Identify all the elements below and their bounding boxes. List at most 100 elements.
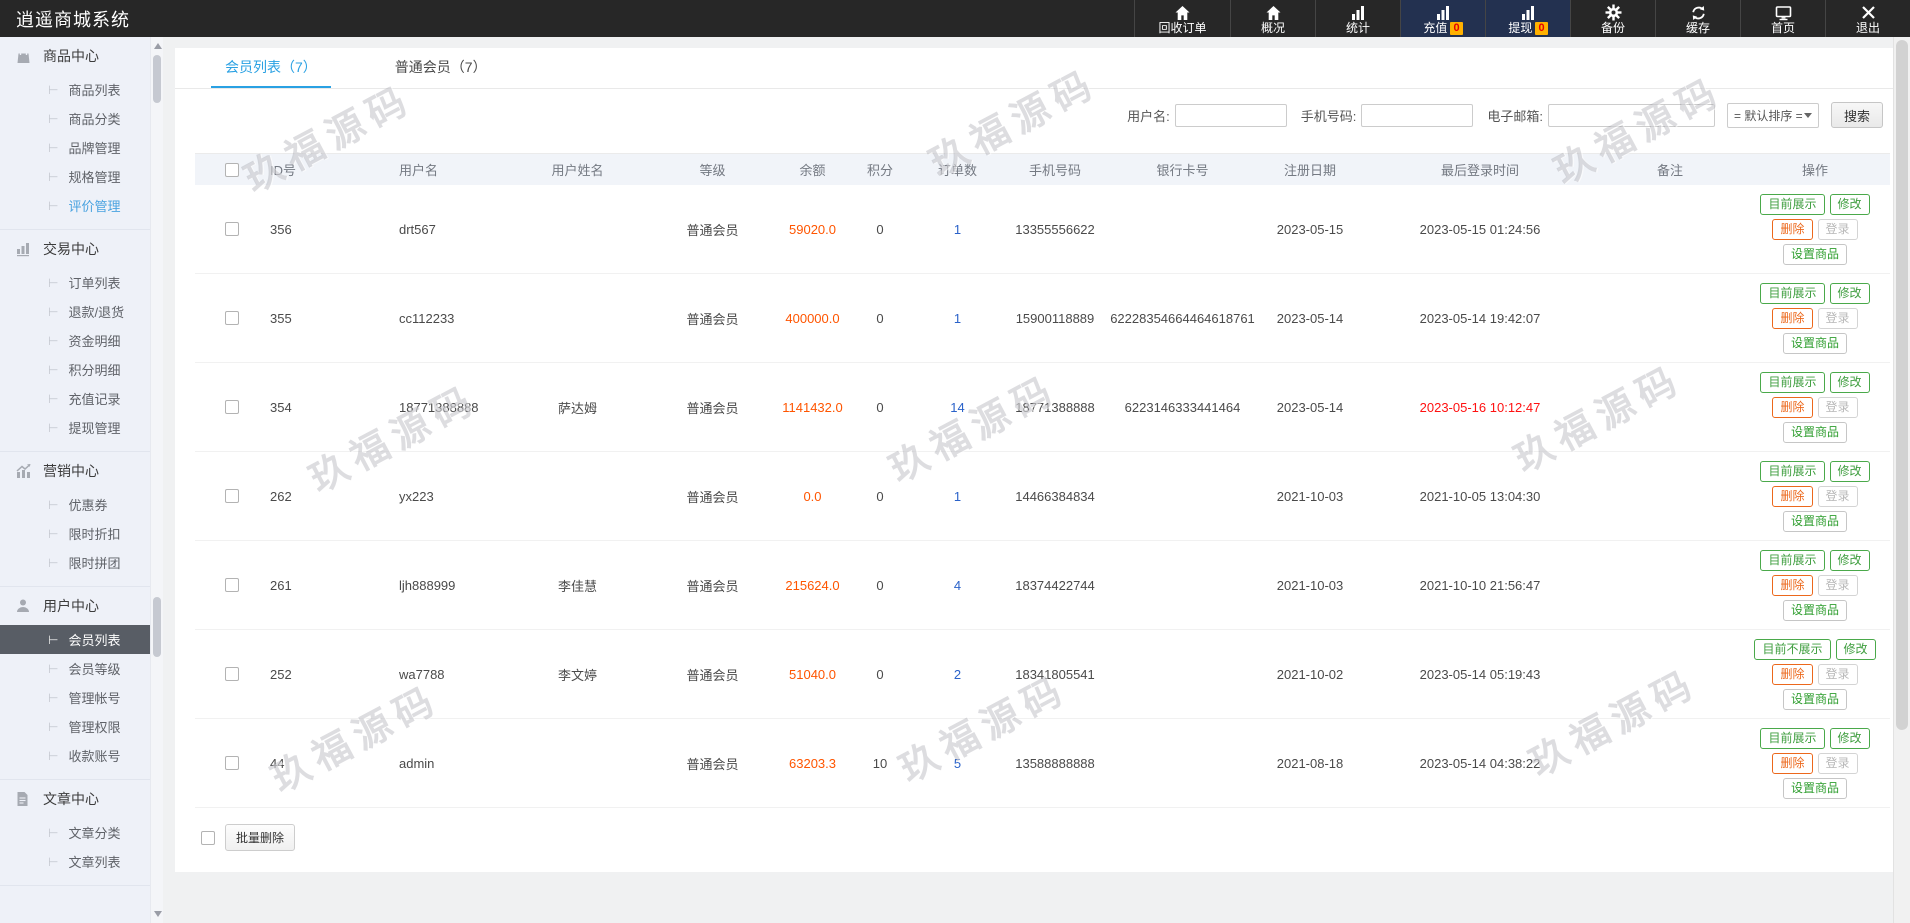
sidebar-item-member-list[interactable]: ⊢ 会员列表 (0, 625, 150, 654)
topbar-item-recharge[interactable]: 充值 0 (1400, 0, 1485, 37)
topbar-item-cache[interactable]: 缓存 (1655, 0, 1740, 37)
order-count-link[interactable]: 1 (954, 489, 961, 504)
sidebar-item-group-buy[interactable]: ⊢ 限时拼团 (0, 548, 150, 577)
row-checkbox[interactable] (225, 311, 239, 325)
topbar-item-backup[interactable]: 备份 (1570, 0, 1655, 37)
sidebar-item-withdraw-manage[interactable]: ⊢ 提现管理 (0, 413, 150, 442)
sidebar-item-goods-list[interactable]: ⊢ 商品列表 (0, 75, 150, 104)
set-goods-button[interactable]: 设置商品 (1782, 510, 1847, 532)
sidebar-item-review-manage[interactable]: ⊢ 评价管理 (0, 191, 150, 220)
sidebar-item-coupon[interactable]: ⊢ 优惠券 (0, 490, 150, 519)
row-checkbox[interactable] (225, 756, 239, 770)
login-button[interactable]: 登录 (1817, 574, 1858, 596)
sidebar-section-title-user[interactable]: 用户中心 (0, 587, 150, 625)
page-scrollbar[interactable] (1893, 37, 1910, 923)
row-checkbox[interactable] (225, 489, 239, 503)
topbar-item-overview[interactable]: 概况 (1230, 0, 1315, 37)
login-button[interactable]: 登录 (1817, 663, 1858, 685)
tab-member-list[interactable]: 会员列表（7） (211, 48, 331, 88)
delete-button[interactable]: 删除 (1772, 218, 1813, 240)
scrollbar-down-arrow-icon[interactable] (154, 911, 162, 917)
display-status-button[interactable]: 目前展示 (1760, 460, 1825, 482)
modify-button[interactable]: 修改 (1829, 549, 1870, 571)
sidebar-item-order-list[interactable]: ⊢ 订单列表 (0, 268, 150, 297)
sidebar-section-title-article[interactable]: 文章中心 (0, 780, 150, 818)
sidebar-section-title-marketing[interactable]: 营销中心 (0, 452, 150, 490)
order-count-link[interactable]: 1 (954, 311, 961, 326)
sidebar-item-admin-permission[interactable]: ⊢ 管理权限 (0, 712, 150, 741)
sidebar-item-recharge-record[interactable]: ⊢ 充值记录 (0, 384, 150, 413)
sidebar-item-brand-manage[interactable]: ⊢ 品牌管理 (0, 133, 150, 162)
topbar-item-statistics[interactable]: 统计 (1315, 0, 1400, 37)
sidebar-item-goods-category[interactable]: ⊢ 商品分类 (0, 104, 150, 133)
sidebar-scrollbar-thumb[interactable] (153, 55, 161, 103)
row-checkbox[interactable] (225, 400, 239, 414)
set-goods-button[interactable]: 设置商品 (1782, 688, 1847, 710)
row-checkbox[interactable] (225, 578, 239, 592)
display-status-button[interactable]: 目前展示 (1760, 282, 1825, 304)
sidebar-item-points-detail[interactable]: ⊢ 积分明细 (0, 355, 150, 384)
topbar-item-homepage[interactable]: 首页 (1740, 0, 1825, 37)
delete-button[interactable]: 删除 (1772, 752, 1813, 774)
set-goods-button[interactable]: 设置商品 (1782, 243, 1847, 265)
batch-delete-button[interactable]: 批量删除 (225, 824, 296, 851)
sidebar-section-title-trade[interactable]: 交易中心 (0, 230, 150, 268)
login-button[interactable]: 登录 (1817, 396, 1858, 418)
topbar-item-logout[interactable]: 退出 (1825, 0, 1910, 37)
set-goods-button[interactable]: 设置商品 (1782, 777, 1847, 799)
order-count-link[interactable]: 14 (950, 400, 964, 415)
delete-button[interactable]: 删除 (1772, 396, 1813, 418)
delete-button[interactable]: 删除 (1772, 307, 1813, 329)
batch-select-checkbox[interactable] (201, 830, 215, 845)
delete-button[interactable]: 删除 (1772, 485, 1813, 507)
modify-button[interactable]: 修改 (1829, 282, 1870, 304)
set-goods-button[interactable]: 设置商品 (1782, 332, 1847, 354)
sidebar-scrollbar[interactable] (150, 37, 163, 923)
row-checkbox[interactable] (225, 222, 239, 236)
sidebar-item-fund-detail[interactable]: ⊢ 资金明细 (0, 326, 150, 355)
login-button[interactable]: 登录 (1817, 485, 1858, 507)
modify-button[interactable]: 修改 (1829, 193, 1870, 215)
tab-normal-member[interactable]: 普通会员（7） (381, 48, 501, 88)
login-button[interactable]: 登录 (1817, 752, 1858, 774)
delete-button[interactable]: 删除 (1772, 574, 1813, 596)
order-count-link[interactable]: 5 (954, 756, 961, 771)
sidebar-item-spec-manage[interactable]: ⊢ 规格管理 (0, 162, 150, 191)
sort-select[interactable]: = 默认排序 = (1727, 102, 1819, 128)
display-status-button[interactable]: 目前不展示 (1754, 638, 1831, 660)
sidebar-item-article-list[interactable]: ⊢ 文章列表 (0, 847, 150, 876)
set-goods-button[interactable]: 设置商品 (1782, 421, 1847, 443)
row-checkbox[interactable] (225, 667, 239, 681)
sidebar-scrollbar-thumb-2[interactable] (153, 597, 161, 657)
sidebar-item-payee-account[interactable]: ⊢ 收款账号 (0, 741, 150, 770)
scrollbar-up-arrow-icon[interactable] (154, 43, 162, 49)
display-status-button[interactable]: 目前展示 (1760, 193, 1825, 215)
modify-button[interactable]: 修改 (1829, 371, 1870, 393)
sidebar-item-article-category[interactable]: ⊢ 文章分类 (0, 818, 150, 847)
search-button[interactable]: 搜索 (1831, 102, 1883, 128)
phone-input[interactable] (1361, 103, 1474, 127)
topbar-item-recycle-orders[interactable]: 回收订单 (1134, 0, 1230, 37)
topbar-item-withdraw[interactable]: 提现 0 (1485, 0, 1570, 37)
login-button[interactable]: 登录 (1817, 218, 1858, 240)
sidebar-section-title-goods[interactable]: 商品中心 (0, 37, 150, 75)
display-status-button[interactable]: 目前展示 (1760, 371, 1825, 393)
display-status-button[interactable]: 目前展示 (1760, 549, 1825, 571)
order-count-link[interactable]: 4 (954, 578, 961, 593)
display-status-button[interactable]: 目前展示 (1760, 727, 1825, 749)
page-scrollbar-thumb[interactable] (1896, 40, 1908, 730)
modify-button[interactable]: 修改 (1835, 638, 1876, 660)
sidebar-item-time-discount[interactable]: ⊢ 限时折扣 (0, 519, 150, 548)
set-goods-button[interactable]: 设置商品 (1782, 599, 1847, 621)
delete-button[interactable]: 删除 (1772, 663, 1813, 685)
sidebar-item-member-level[interactable]: ⊢ 会员等级 (0, 654, 150, 683)
sidebar-item-refund[interactable]: ⊢ 退款/退货 (0, 297, 150, 326)
order-count-link[interactable]: 2 (954, 667, 961, 682)
select-all-checkbox[interactable] (225, 162, 239, 177)
login-button[interactable]: 登录 (1817, 307, 1858, 329)
sidebar-item-admin-account[interactable]: ⊢ 管理帐号 (0, 683, 150, 712)
username-input[interactable] (1174, 103, 1287, 127)
order-count-link[interactable]: 1 (954, 222, 961, 237)
email-input[interactable] (1548, 103, 1715, 127)
modify-button[interactable]: 修改 (1829, 460, 1870, 482)
